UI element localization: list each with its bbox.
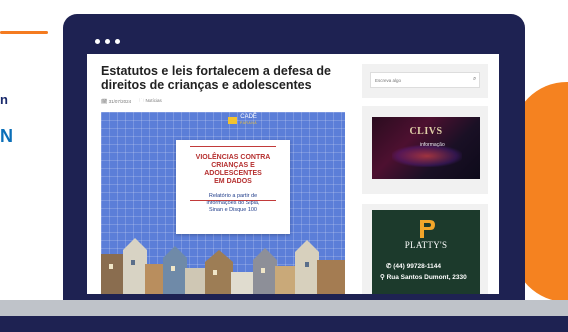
- window-dot: [95, 39, 100, 44]
- ad-address: ⚲ Rua Santos Dumont, 2330: [380, 274, 467, 281]
- search-input[interactable]: [370, 72, 480, 88]
- article-category[interactable]: 🗀 Notícias: [139, 98, 162, 106]
- side-text-fragment-1: n: [0, 92, 8, 107]
- hero-subtext: Relatório a partir de informações do Sip…: [206, 193, 260, 213]
- logo-mark-icon: [228, 116, 237, 124]
- card-divider: [190, 146, 276, 147]
- laptop-base: [0, 300, 568, 316]
- ad-subtitle: informação: [420, 142, 445, 148]
- accent-line: [0, 31, 48, 34]
- search-icon[interactable]: ⌕: [473, 76, 476, 83]
- location-pin-icon: ⚲: [380, 274, 385, 281]
- ad-banner-plattys[interactable]: PLATTY'S ✆ (44) 99728-1144 ⚲ Rua Santos …: [372, 210, 480, 294]
- ad-brand: PLATTY'S: [404, 240, 448, 250]
- window-dot: [115, 39, 120, 44]
- calendar-icon: 🗓: [101, 99, 108, 105]
- ad-glow-decoration: [392, 145, 462, 167]
- houses-illustration: [101, 238, 345, 294]
- ad-banner-clivs[interactable]: CLIVS informação: [372, 117, 480, 179]
- article-meta: 🗓 31/07/2024 🗀 Notícias: [101, 98, 162, 106]
- cade-logo: CADÊ PARANÁ: [228, 114, 257, 126]
- website-viewport: Estatutos e leis fortalecem a defesa de …: [87, 54, 499, 294]
- logo-subtext: PARANÁ: [240, 121, 258, 125]
- ad-phone: ✆ (44) 99728-1144: [386, 263, 441, 270]
- ad-title: CLIVS: [409, 126, 443, 137]
- article-date: 🗓 31/07/2024: [101, 99, 132, 105]
- promo-canvas: n N Estatutos e leis fortalecem a defesa…: [0, 0, 568, 332]
- folder-icon: 🗀: [139, 98, 145, 104]
- phone-icon: ✆: [386, 263, 392, 270]
- side-text-fragment-2: N: [0, 126, 12, 146]
- hero-image[interactable]: CADÊ PARANÁ VIOLÊNCIAS CONTRA CRIANÇAS E…: [101, 112, 345, 294]
- window-dot: [105, 39, 110, 44]
- article-title[interactable]: Estatutos e leis fortalecem a defesa de …: [101, 64, 341, 92]
- hero-card: VIOLÊNCIAS CONTRA CRIANÇAS E ADOLESCENTE…: [176, 140, 290, 234]
- laptop-base-edge: [0, 316, 568, 332]
- card-divider: [190, 200, 276, 201]
- plattys-logo-icon: [420, 220, 435, 238]
- hero-heading: VIOLÊNCIAS CONTRA CRIANÇAS E ADOLESCENTE…: [195, 154, 271, 185]
- window-dots: [95, 39, 120, 44]
